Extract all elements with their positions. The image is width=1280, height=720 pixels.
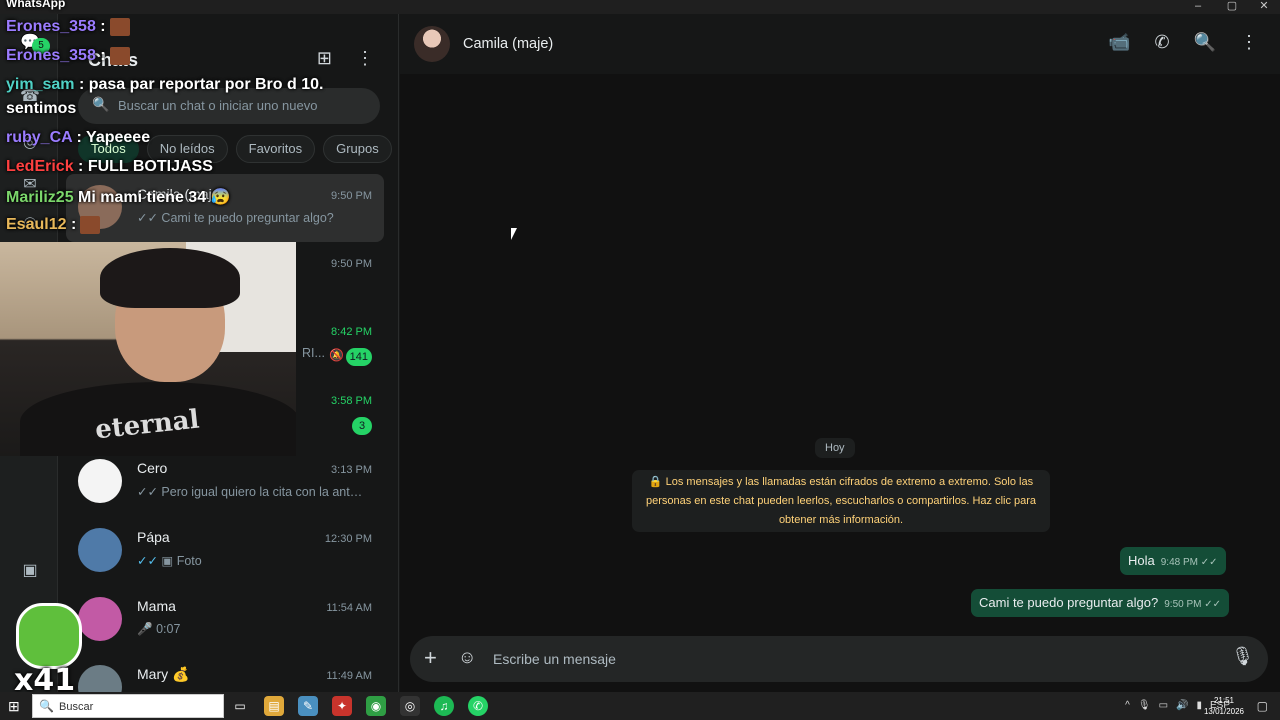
chat-item-cero[interactable]: Cero 3:13 PM ✓✓ Pero igual quiero la cit… [66,448,384,516]
volume-icon[interactable]: 🔊 [1176,700,1188,711]
mouse-cursor [511,228,517,240]
media-icon[interactable]: ▣ [19,560,41,582]
chat-time: 9:50 PM [331,258,372,270]
emote-sticker: x41 [10,603,88,698]
chat-item-mary[interactable]: Mary 💰 11:49 AM [66,654,384,692]
clock-date: 13/01/2026 [1203,707,1244,716]
video-call-icon[interactable]: 📹 [1108,32,1130,53]
message-bubble[interactable]: Hola 9:48 PM ✓✓ [1120,547,1226,575]
task-view-icon[interactable]: ▭ [230,696,250,716]
chat-preview: ✓✓ Pero igual quiero la cita con la anto… [137,485,367,499]
chevron-up-icon[interactable]: ^ [1125,700,1130,711]
encryption-notice[interactable]: 🔒 Los mensajes y las llamadas están cifr… [632,470,1050,532]
stream-chat-line: Erones_358 : [6,47,130,65]
chat-name: Mary 💰 [137,666,190,682]
stream-chat-line: LedErick : FULL BOTIJASS [6,158,213,175]
chat-time: 12:30 PM [324,533,372,545]
network-icon[interactable]: ▭ [1159,700,1168,711]
conversation-panel: Camila (maje) 📹 ✆ 🔍 ⋮ Hoy 🔒 Los mensajes… [400,14,1280,692]
taskbar-search-placeholder: Buscar [59,701,94,713]
maximize-button[interactable]: ▢ [1222,0,1242,12]
app-icon[interactable]: ✦ [332,696,352,716]
webcam-overlay: eternal [0,242,296,456]
avatar [78,459,122,503]
stream-chat-line: ruby_CA : Yapeeee [6,129,151,146]
chat-name: Cero [137,460,168,476]
chat-preview: ✓✓ ▣ Foto [137,554,202,568]
muted-icon: 🔕 [329,348,344,362]
windows-start-icon[interactable]: ⊞ [8,698,24,714]
mic-icon[interactable]: 🎙 [1138,700,1151,711]
mic-icon[interactable]: 🎙 [1231,646,1254,667]
stream-chat-line: Erones_358 : [6,18,130,36]
conversation-header[interactable]: Camila (maje) 📹 ✆ 🔍 ⋮ [400,14,1280,74]
stream-chat-line: Esaul12 : [6,216,101,234]
chat-item-papa[interactable]: Pápa 12:30 PM ✓✓ ▣ Foto [66,517,384,585]
windows-taskbar: ⊞ 🔍 Buscar ▭ ▤ ✎ ✦ ◉ ◎ ♫ ✆ ^ 🎙 ▭ 🔊 ▮ ESP… [0,692,1280,720]
chat-name: Mama [137,598,176,614]
file-explorer-icon[interactable]: ▤ [264,696,284,716]
notification-icon[interactable]: ▢ [1257,699,1268,713]
taskbar-clock[interactable]: 21:51 13/01/2026 [1204,695,1244,717]
battery-icon[interactable]: ▮ [1196,700,1202,711]
chat-time: 3:58 PM [331,395,372,407]
chat-time: 11:54 AM [326,602,372,614]
unread-badge: 141 [345,348,372,366]
message-input[interactable]: Escribe un mensaje [493,651,616,667]
notepad-icon[interactable]: ✎ [298,696,318,716]
chat-preview: 🎤 0:07 [137,622,181,636]
whatsapp-taskbar-icon[interactable]: ✆ [468,696,488,716]
sticker-icon[interactable]: ☺ [458,647,476,668]
search-icon[interactable]: 🔍 [1194,32,1216,53]
day-separator: Hoy [815,438,855,458]
message-composer[interactable]: + ☺ Escribe un mensaje 🎙 [410,636,1268,682]
menu-icon[interactable]: ⋮ [1240,32,1258,53]
message-bubble[interactable]: Cami te puedo preguntar algo? 9:50 PM ✓✓ [971,589,1230,617]
stream-chat-line: yim_sam : pasa par reportar por Bro d 10… [6,76,324,93]
stream-chat-line: Mariliz25 Mi mami tiene 34 😰 [6,189,231,206]
avatar [78,528,122,572]
clock-time: 21:51 [1213,696,1234,705]
contact-name[interactable]: Camila (maje) [463,36,553,52]
chat-name: Pápa [137,529,170,545]
chat-time: 11:49 AM [326,670,372,682]
chat-time: 3:13 PM [331,464,372,476]
taskbar-search-input[interactable]: 🔍 Buscar [32,694,224,718]
whatsapp-label: WhatsApp [6,0,66,10]
voice-call-icon[interactable]: ✆ [1154,32,1169,53]
stream-chat-overlay: WhatsApp Erones_358 : Erones_358 : yim_s… [0,0,400,240]
unread-badge: 3 [352,417,372,435]
obs-icon[interactable]: ◎ [400,696,420,716]
minimize-button[interactable]: – [1188,0,1208,12]
close-window-button[interactable]: ✕ [1254,0,1274,12]
contact-avatar[interactable] [414,26,450,62]
attach-icon[interactable]: + [424,646,437,670]
goblin-face-icon [16,603,82,669]
spotify-icon[interactable]: ♫ [434,696,454,716]
chat-preview: RI... [302,346,325,360]
chat-time: 8:42 PM [331,326,372,338]
search-icon: 🔍 [39,699,54,713]
stream-chat-line: sentimos [6,100,77,117]
chat-item-mama[interactable]: Mama 11:54 AM 🎤 0:07 [66,586,384,654]
webcam-person-hair [100,248,240,308]
chrome-icon[interactable]: ◉ [366,696,386,716]
